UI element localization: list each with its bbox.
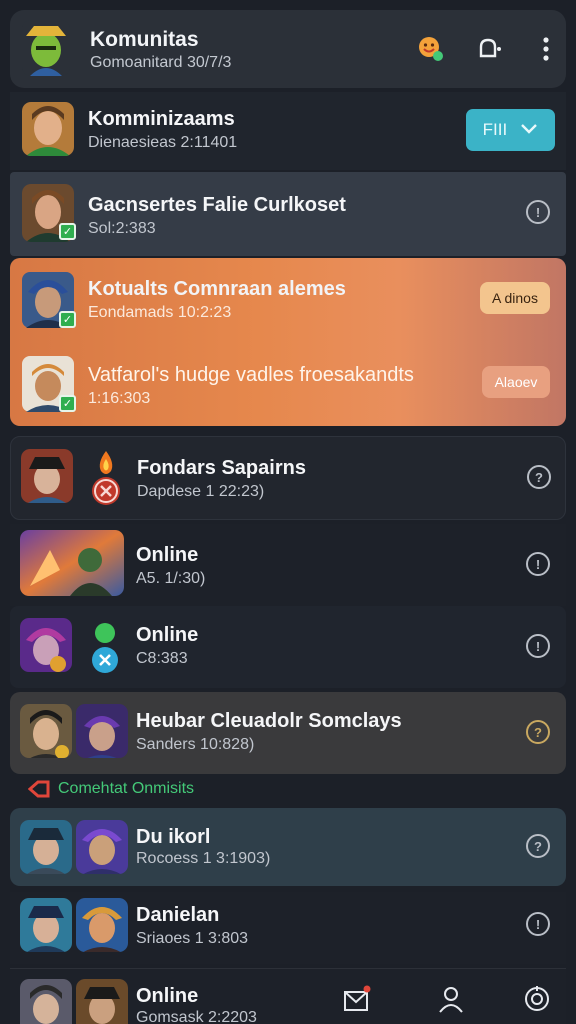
item-meta: Gomsask 2:2203: [136, 1009, 257, 1024]
app-root: Komunitas Gomoanitard 30/7/3 Komminizaam…: [0, 0, 576, 1024]
avatar: ✓: [22, 184, 76, 242]
item-meta: Dienaesieas 2:11401: [88, 134, 238, 151]
item-name: Heubar Cleuadolr Somclays: [136, 710, 402, 732]
verified-icon: ✓: [59, 395, 76, 412]
item-meta: 1:16:303: [88, 390, 151, 407]
item-name: Online: [136, 985, 199, 1007]
chevron-down-icon: [520, 120, 538, 140]
mail-icon[interactable]: [340, 982, 374, 1016]
info-icon[interactable]: !: [526, 912, 550, 936]
avatar[interactable]: ✓: [22, 356, 76, 412]
info-icon[interactable]: ?: [527, 465, 551, 489]
item-name: Danielan: [136, 904, 220, 926]
avatar: [20, 979, 72, 1024]
filter-dropdown[interactable]: FIII: [466, 109, 555, 151]
info-icon[interactable]: ?: [526, 720, 550, 744]
item-meta: Sriaoes 1 3:803: [136, 930, 249, 947]
avatar: [76, 979, 128, 1024]
list-item[interactable]: Heubar Cleuadolr Somclays Sanders 10:828…: [10, 692, 566, 774]
avatar: [76, 704, 128, 758]
item-meta: Sanders 10:828): [136, 736, 255, 753]
item-name: Vatfarol's hudge vadles froesakandts: [88, 364, 414, 386]
item-meta: A5. 1/:30): [136, 570, 206, 587]
verified-icon: ✓: [59, 223, 76, 240]
avatar[interactable]: ✓: [22, 272, 76, 328]
avatar: [76, 820, 128, 874]
online-status-icon: [88, 622, 122, 679]
info-icon[interactable]: !: [526, 552, 550, 576]
item-meta: Eondamads 10:2:23: [88, 304, 232, 321]
header: Komunitas Gomoanitard 30/7/3: [10, 10, 566, 88]
item-meta: Rocoess 1 3:1903): [136, 850, 271, 867]
page-subtitle: Gomoanitard 30/7/3: [90, 54, 232, 71]
item-name: Online: [136, 624, 199, 646]
verified-icon: ✓: [59, 311, 76, 328]
list-item[interactable]: Du ikorl Rocoess 1 3:1903) ?: [10, 808, 566, 886]
item-meta: C8:383: [136, 650, 188, 667]
page-title: Komunitas: [90, 28, 199, 51]
game-banner: [20, 530, 124, 596]
profile-icon[interactable]: [434, 982, 468, 1016]
avatar: [21, 449, 73, 503]
section-label: Comehtat Onmisits: [58, 780, 195, 797]
item-name: Gacnsertes Falie Curlkoset: [88, 194, 346, 216]
community-avatar[interactable]: [22, 20, 70, 76]
avatar: [20, 898, 72, 952]
avatar: [22, 102, 74, 156]
list-item[interactable]: Danielan Sriaoes 1 3:803 !: [10, 892, 566, 964]
item-name: Du ikorl: [136, 826, 211, 848]
info-icon[interactable]: ?: [526, 834, 550, 858]
item-meta: Dapdese 1 22:23): [137, 483, 265, 500]
list-item[interactable]: ✓ Gacnsertes Falie Curlkoset Sol:2:383 !: [10, 172, 566, 256]
info-icon[interactable]: !: [526, 634, 550, 658]
list-item[interactable]: Online A5. 1/:30) !: [10, 524, 566, 606]
item-name: Online: [136, 544, 199, 566]
avatar: [20, 820, 72, 874]
emoji-icon[interactable]: [414, 33, 446, 65]
avatar: [20, 704, 72, 758]
action-button[interactable]: A dinos: [480, 282, 550, 314]
settings-icon[interactable]: [520, 982, 554, 1016]
avatar: [20, 618, 72, 672]
filter-label: FIII: [482, 120, 508, 139]
bell-icon[interactable]: [472, 33, 504, 65]
item-name: Fondars Sapairns: [137, 457, 306, 479]
list-item[interactable]: Fondars Sapairns Dapdese 1 22:23) ?: [10, 436, 566, 520]
item-name: Komminizaams: [88, 108, 235, 130]
fire-icon: [89, 449, 123, 512]
avatar: [76, 898, 128, 952]
list-item[interactable]: Online Gomsask 2:2203: [10, 968, 566, 1024]
item-meta: Sol:2:383: [88, 220, 156, 237]
more-vertical-icon[interactable]: [530, 33, 562, 65]
action-button[interactable]: Alaoev: [482, 366, 550, 398]
highlighted-group: ✓ Kotualts Comnraan alemes Eondamads 10:…: [10, 258, 566, 426]
tag-icon: [27, 780, 50, 803]
info-icon[interactable]: !: [526, 200, 550, 224]
item-name: Kotualts Comnraan alemes: [88, 278, 346, 300]
list-item[interactable]: Online C8:383 !: [10, 606, 566, 688]
